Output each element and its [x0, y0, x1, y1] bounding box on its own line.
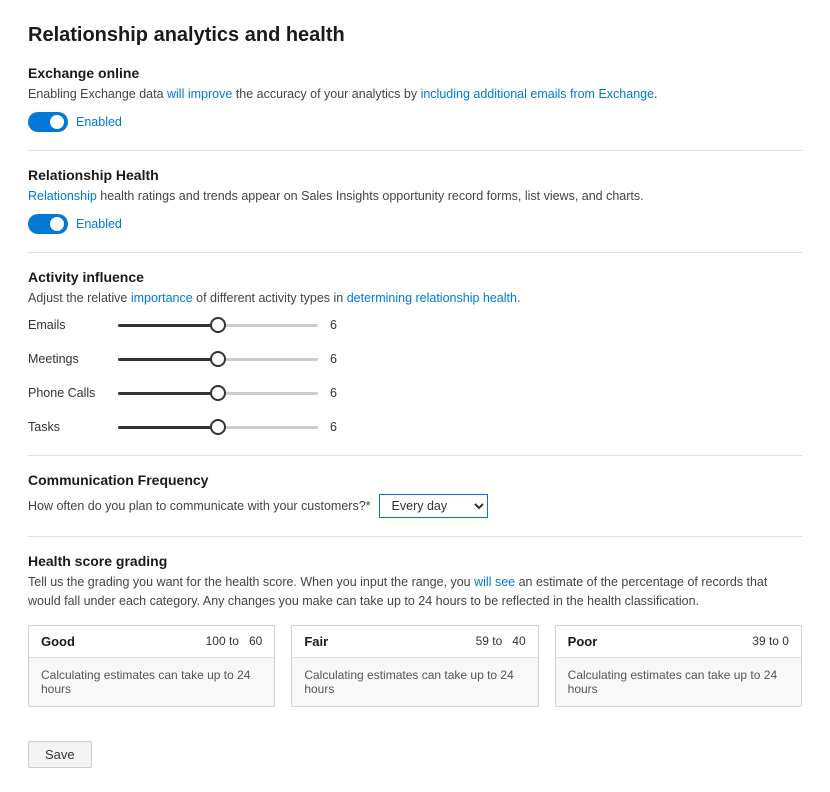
- slider-container-meetings: [118, 349, 318, 369]
- health-description-link1: will see: [474, 575, 515, 589]
- slider-row-emails: Emails 6: [28, 315, 802, 335]
- activity-influence-section: Activity influence Adjust the relative i…: [28, 269, 802, 438]
- health-card-good-header: Good 100 to 60: [29, 626, 274, 658]
- relationship-toggle-thumb: [50, 217, 64, 231]
- slider-container-phone-calls: [118, 383, 318, 403]
- relationship-health-heading: Relationship Health: [28, 167, 802, 183]
- health-card-good-range: 100 to 60: [206, 634, 263, 648]
- slider-fill-tasks: [118, 426, 218, 429]
- communication-frequency-row: How often do you plan to communicate wit…: [28, 494, 802, 518]
- slider-row-tasks: Tasks 6: [28, 417, 802, 437]
- exchange-online-heading: Exchange online: [28, 65, 802, 81]
- slider-label-meetings: Meetings: [28, 352, 118, 366]
- slider-row-meetings: Meetings 6: [28, 349, 802, 369]
- health-card-good-title: Good: [41, 634, 75, 649]
- health-card-fair-body: Calculating estimates can take up to 24 …: [292, 658, 537, 706]
- health-card-poor-body-text: Calculating estimates can take up to 24 …: [568, 668, 789, 696]
- divider-3: [28, 455, 802, 456]
- slider-fill-emails: [118, 324, 218, 327]
- slider-thumb-tasks[interactable]: [210, 419, 226, 435]
- relationship-health-toggle-row: Enabled: [28, 214, 802, 234]
- page-title: Relationship analytics and health: [28, 24, 802, 47]
- health-card-fair-body-text: Calculating estimates can take up to 24 …: [304, 668, 525, 696]
- relationship-health-toggle-label: Enabled: [76, 217, 122, 231]
- health-score-grading-section: Health score grading Tell us the grading…: [28, 553, 802, 707]
- exchange-description-link2: including additional emails from Exchang…: [421, 87, 654, 101]
- communication-frequency-select[interactable]: Every day Every week Every month: [379, 494, 488, 518]
- divider-1: [28, 150, 802, 151]
- slider-value-phone-calls: 6: [330, 386, 350, 400]
- health-card-good-body: Calculating estimates can take up to 24 …: [29, 658, 274, 706]
- activity-influence-heading: Activity influence: [28, 269, 802, 285]
- health-card-fair-header: Fair 59 to 40: [292, 626, 537, 658]
- relationship-health-section: Relationship Health Relationship health …: [28, 167, 802, 234]
- activity-influence-description: Adjust the relative importance of differ…: [28, 289, 802, 308]
- health-card-poor-title: Poor: [568, 634, 598, 649]
- slider-value-emails: 6: [330, 318, 350, 332]
- exchange-toggle-thumb: [50, 115, 64, 129]
- slider-label-phone-calls: Phone Calls: [28, 386, 118, 400]
- save-button[interactable]: Save: [28, 741, 92, 768]
- health-card-poor: Poor 39 to 0 Calculating estimates can t…: [555, 625, 802, 707]
- slider-container-emails: [118, 315, 318, 335]
- slider-thumb-phone-calls[interactable]: [210, 385, 226, 401]
- relationship-health-toggle[interactable]: [28, 214, 68, 234]
- divider-4: [28, 536, 802, 537]
- slider-thumb-meetings[interactable]: [210, 351, 226, 367]
- exchange-online-description: Enabling Exchange data will improve the …: [28, 85, 802, 104]
- health-card-fair: Fair 59 to 40 Calculating estimates can …: [291, 625, 538, 707]
- slider-fill-meetings: [118, 358, 218, 361]
- exchange-online-section: Exchange online Enabling Exchange data w…: [28, 65, 802, 132]
- slider-label-tasks: Tasks: [28, 420, 118, 434]
- health-card-poor-header: Poor 39 to 0: [556, 626, 801, 658]
- slider-fill-phone-calls: [118, 392, 218, 395]
- communication-frequency-heading: Communication Frequency: [28, 472, 802, 488]
- exchange-online-toggle[interactable]: [28, 112, 68, 132]
- health-card-fair-range: 59 to 40: [476, 634, 526, 648]
- exchange-online-toggle-row: Enabled: [28, 112, 802, 132]
- communication-frequency-label: How often do you plan to communicate wit…: [28, 499, 371, 513]
- slider-thumb-emails[interactable]: [210, 317, 226, 333]
- relationship-health-description: Relationship health ratings and trends a…: [28, 187, 802, 206]
- slider-label-emails: Emails: [28, 318, 118, 332]
- slider-value-meetings: 6: [330, 352, 350, 366]
- exchange-toggle-track: [28, 112, 68, 132]
- exchange-online-toggle-label: Enabled: [76, 115, 122, 129]
- exchange-description-link1: will improve: [167, 87, 232, 101]
- slider-container-tasks: [118, 417, 318, 437]
- relationship-toggle-track: [28, 214, 68, 234]
- health-card-fair-title: Fair: [304, 634, 328, 649]
- health-score-grading-description: Tell us the grading you want for the hea…: [28, 573, 802, 611]
- health-score-grading-heading: Health score grading: [28, 553, 802, 569]
- relationship-health-link: Relationship: [28, 189, 97, 203]
- activity-influence-link2: determining relationship health: [347, 291, 517, 305]
- communication-frequency-section: Communication Frequency How often do you…: [28, 472, 802, 518]
- health-card-good: Good 100 to 60 Calculating estimates can…: [28, 625, 275, 707]
- health-card-poor-body: Calculating estimates can take up to 24 …: [556, 658, 801, 706]
- health-card-good-body-text: Calculating estimates can take up to 24 …: [41, 668, 262, 696]
- activity-influence-link1: importance: [131, 291, 193, 305]
- divider-2: [28, 252, 802, 253]
- health-card-poor-range: 39 to 0: [752, 634, 789, 648]
- slider-value-tasks: 6: [330, 420, 350, 434]
- health-cards-container: Good 100 to 60 Calculating estimates can…: [28, 625, 802, 707]
- slider-row-phone-calls: Phone Calls 6: [28, 383, 802, 403]
